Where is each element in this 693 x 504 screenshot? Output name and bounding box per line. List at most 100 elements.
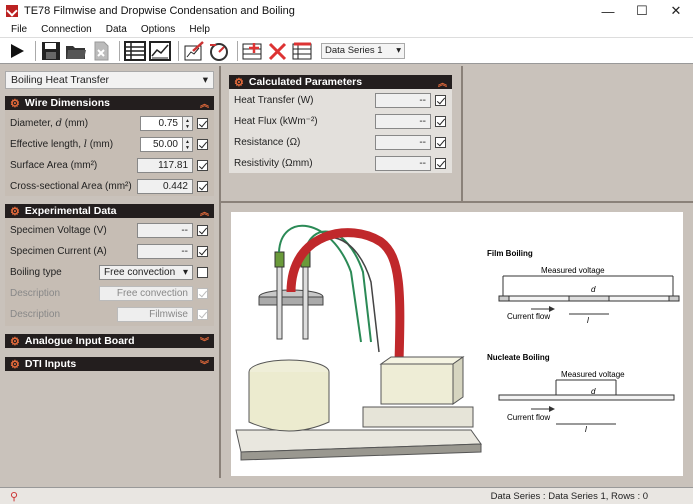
chevron-up-icon[interactable]: ︽	[200, 97, 209, 110]
panel-title: Calculated Parameters	[248, 76, 363, 88]
current-label: Specimen Current (A)	[10, 246, 107, 257]
calculated-parameters-panel: ⚙ Calculated Parameters ︽ Heat Transfer …	[229, 75, 452, 173]
surface-area-row: Surface Area (mm²) 117.81	[5, 155, 214, 176]
voltage-row: Specimen Voltage (V) --	[5, 220, 214, 241]
heat-flux-label: Heat Flux (kWm⁻²)	[234, 116, 318, 127]
gear-icon: ⚙	[10, 205, 20, 218]
menu-bar: File Connection Data Options Help	[0, 22, 693, 38]
analogue-input-panel: ⚙ Analogue Input Board ︾	[5, 334, 214, 348]
resistance-checkbox[interactable]	[435, 137, 446, 148]
splitter-horizontal[interactable]	[219, 201, 693, 203]
diameter-label: Diameter, d (mm)	[10, 118, 89, 129]
cross-area-label: Cross-sectional Area (mm²)	[10, 181, 132, 192]
length-checkbox[interactable]	[197, 139, 208, 150]
d-label-nucleate: d	[591, 387, 596, 396]
heat-flux-value: --	[375, 114, 431, 129]
splitter-vertical[interactable]	[219, 66, 221, 478]
description2-label: Description	[10, 309, 61, 320]
series-select[interactable]: Data Series 1 ▾	[321, 42, 405, 59]
app-icon	[6, 5, 18, 17]
gear-icon: ⚙	[10, 97, 20, 110]
panel-title: Experimental Data	[24, 205, 117, 217]
cross-area-checkbox[interactable]	[197, 181, 208, 192]
measured-voltage-label: Measured voltage	[541, 266, 605, 275]
panel-header[interactable]: ⚙ DTI Inputs ︾	[5, 357, 214, 371]
resistance-label: Resistance (Ω)	[234, 137, 301, 148]
length-label: Effective length, l (mm)	[10, 139, 114, 150]
length-input[interactable]: 50.00	[140, 137, 183, 152]
close-button[interactable]: ✕	[659, 0, 693, 22]
menu-data[interactable]: Data	[99, 24, 134, 35]
gear-icon: ⚙	[10, 358, 20, 371]
chart-settings-icon[interactable]	[183, 40, 205, 62]
description1-checkbox	[197, 288, 208, 299]
l-label-nucleate: l	[585, 425, 587, 434]
diameter-input[interactable]: 0.75	[140, 116, 183, 131]
clear-table-icon[interactable]	[292, 40, 314, 62]
status-text: Data Series : Data Series 1, Rows : 0	[490, 490, 648, 502]
resistance-row: Resistance (Ω) --	[229, 132, 452, 153]
current-row: Specimen Current (A) --	[5, 241, 214, 262]
graph-view-icon[interactable]	[149, 40, 171, 62]
toolbar-separator	[178, 40, 179, 61]
chevron-up-icon[interactable]: ︽	[438, 76, 447, 89]
resistivity-checkbox[interactable]	[435, 158, 446, 169]
add-row-icon[interactable]	[242, 40, 264, 62]
voltage-checkbox[interactable]	[197, 225, 208, 236]
chevron-down-icon[interactable]: ︾	[200, 335, 209, 348]
open-folder-icon[interactable]	[65, 40, 87, 62]
voltage-value: --	[137, 223, 193, 238]
window-title: TE78 Filmwise and Dropwise Condensation …	[24, 5, 295, 17]
play-icon[interactable]	[6, 40, 28, 62]
boiling-type-checkbox[interactable]	[197, 267, 208, 278]
panel-header[interactable]: ⚙ Analogue Input Board ︾	[5, 334, 214, 348]
chevron-down-icon[interactable]: ︾	[200, 358, 209, 371]
gauge-icon[interactable]	[208, 40, 230, 62]
voltage-label: Specimen Voltage (V)	[10, 225, 107, 236]
length-stepper[interactable]: ▲ ▼	[183, 137, 193, 152]
menu-options[interactable]: Options	[134, 24, 182, 35]
apparatus-illustration: Film Boiling Measured voltage d l Curren…	[235, 224, 680, 461]
surface-area-label: Surface Area (mm²)	[10, 160, 98, 171]
menu-connection[interactable]: Connection	[34, 24, 99, 35]
panel-header[interactable]: ⚙ Wire Dimensions ︽	[5, 96, 214, 110]
menu-help[interactable]: Help	[182, 24, 217, 35]
apparatus-diagram: Film Boiling Measured voltage d l Curren…	[231, 212, 683, 476]
boiling-type-select[interactable]: Free convection ▾	[99, 265, 193, 280]
boiling-type-row: Boiling type Free convection ▾	[5, 262, 214, 283]
diameter-stepper[interactable]: ▲ ▼	[183, 116, 193, 131]
mode-select[interactable]: Boiling Heat Transfer ▾	[5, 71, 214, 89]
toolbar-separator	[237, 40, 238, 61]
connection-icon: ⚲	[10, 490, 19, 503]
table-view-icon[interactable]	[124, 40, 146, 62]
panel-header[interactable]: ⚙ Calculated Parameters ︽	[229, 75, 452, 89]
delete-row-icon[interactable]	[267, 40, 289, 62]
description1-input: Free convection	[99, 286, 193, 301]
heat-transfer-checkbox[interactable]	[435, 95, 446, 106]
menu-file[interactable]: File	[4, 24, 34, 35]
surface-area-checkbox[interactable]	[197, 160, 208, 171]
current-checkbox[interactable]	[197, 246, 208, 257]
measured-voltage-label: Measured voltage	[561, 370, 625, 379]
cross-area-row: Cross-sectional Area (mm²) 0.442	[5, 176, 214, 197]
description2-input: Filmwise	[117, 307, 193, 322]
length-row: Effective length, l (mm) 50.00 ▲ ▼	[5, 134, 214, 155]
toolbar-separator	[35, 40, 36, 61]
resistivity-value: --	[375, 156, 431, 171]
maximize-button[interactable]: ☐	[625, 0, 659, 22]
resistivity-label: Resistivity (Ωmm)	[234, 158, 313, 169]
current-flow-label-nucleate: Current flow	[507, 413, 550, 422]
heat-flux-checkbox[interactable]	[435, 116, 446, 127]
boiling-type-label: Boiling type	[10, 267, 62, 278]
minimize-button[interactable]: —	[591, 0, 625, 22]
save-icon[interactable]	[40, 40, 62, 62]
panel-title: Analogue Input Board	[24, 335, 135, 347]
chevron-up-icon[interactable]: ︽	[200, 205, 209, 218]
diameter-checkbox[interactable]	[197, 118, 208, 129]
splitter-vertical[interactable]	[461, 66, 463, 203]
current-flow-label-film: Current flow	[507, 312, 550, 321]
panel-header[interactable]: ⚙ Experimental Data ︽	[5, 204, 214, 218]
delete-file-icon[interactable]	[90, 40, 112, 62]
gear-icon: ⚙	[10, 335, 20, 348]
panel-title: DTI Inputs	[24, 358, 77, 370]
